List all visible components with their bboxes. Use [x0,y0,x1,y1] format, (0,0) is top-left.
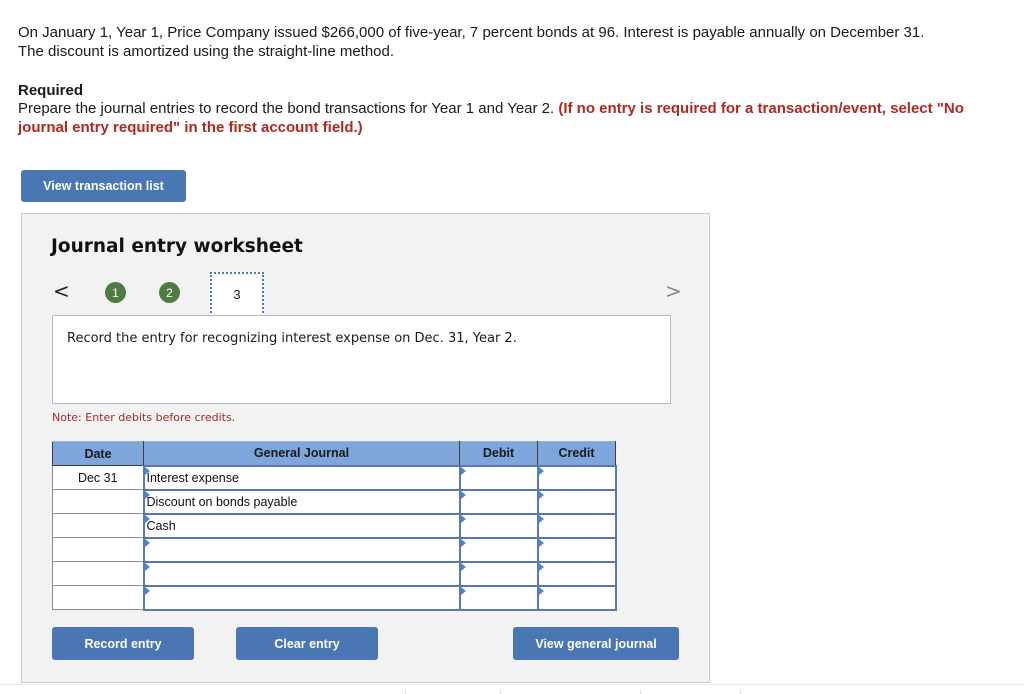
chevron-right-icon[interactable]: > [665,279,682,303]
account-field[interactable]: Cash [142,512,461,539]
account-value [145,567,147,581]
debits-note: Note: Enter debits before credits. [52,411,236,424]
debit-field[interactable] [458,560,539,587]
header-date: Date [52,441,144,466]
debit-value [461,495,463,509]
journal-header-row: Date General Journal Debit Credit [52,441,616,466]
step-3-button[interactable]: 3 [210,272,264,317]
account-value: Cash [146,518,176,533]
credit-value [539,495,541,509]
table-row [52,536,617,563]
worksheet-title: Journal entry worksheet [51,236,303,257]
debit-value [461,519,463,533]
debit-value [461,567,463,581]
credit-field[interactable] [536,536,617,563]
credit-field[interactable] [536,560,617,587]
date-cell: Dec 31 [52,465,144,490]
credit-field[interactable] [536,464,617,491]
debit-field[interactable] [458,488,539,515]
debit-field[interactable] [458,584,539,611]
problem-line-2: The discount is amortized using the stra… [18,43,395,60]
table-row [52,560,617,587]
date-cell [52,537,144,562]
footer-separator [500,690,501,694]
header-debit: Debit [459,441,538,466]
step-1-button[interactable]: 1 [105,282,126,303]
account-field[interactable] [142,560,461,587]
account-value [145,591,147,605]
table-row: Cash [52,512,617,539]
credit-field[interactable] [536,584,617,611]
journal-entry-worksheet: Journal entry worksheet < 1 2 3 > Record… [21,213,710,683]
header-general-journal: General Journal [143,441,460,466]
record-entry-button[interactable]: Record entry [52,627,194,660]
required-heading: Required [18,82,84,99]
debit-value [461,591,463,605]
table-row: Discount on bonds payable [52,488,617,515]
credit-value [539,519,541,533]
credit-value [539,591,541,605]
table-row: Dec 31 Interest expense [52,464,617,491]
problem-statement: On January 1, Year 1, Price Company issu… [18,23,1008,61]
debit-field[interactable] [458,464,539,491]
credit-field[interactable] [536,512,617,539]
date-cell [52,489,144,514]
credit-value [539,567,541,581]
account-field[interactable]: Interest expense [142,464,461,491]
account-field[interactable] [142,584,461,611]
credit-field[interactable] [536,488,617,515]
account-value: Interest expense [146,470,239,485]
instruction-box: Record the entry for recognizing interes… [52,315,671,404]
date-cell [52,513,144,538]
problem-line-1: On January 1, Year 1, Price Company issu… [18,24,925,41]
account-value: Discount on bonds payable [146,494,298,509]
account-field[interactable] [142,536,461,563]
table-row [52,584,617,611]
account-field[interactable]: Discount on bonds payable [142,488,461,515]
chevron-left-icon[interactable]: < [53,279,70,303]
footer-separator [640,690,641,694]
debit-field[interactable] [458,512,539,539]
required-text: Prepare the journal entries to record th… [18,100,559,117]
journal-table: Date General Journal Debit Credit Dec 31… [52,441,617,611]
debit-value [461,543,463,557]
footer-divider [0,684,1024,685]
date-cell [52,561,144,586]
footer-separator [740,690,741,694]
debit-field[interactable] [458,536,539,563]
instruction-text: Record the entry for recognizing interes… [67,331,517,346]
required-instructions: Prepare the journal entries to record th… [18,99,1008,137]
view-general-journal-button[interactable]: View general journal [513,627,679,660]
clear-entry-button[interactable]: Clear entry [236,627,378,660]
debit-value [461,471,463,485]
footer-separator [405,690,406,694]
credit-value [539,471,541,485]
step-2-button[interactable]: 2 [159,282,180,303]
date-cell [52,585,144,610]
view-transaction-list-button[interactable]: View transaction list [21,170,186,202]
credit-value [539,543,541,557]
account-value [145,543,147,557]
header-credit: Credit [537,441,616,466]
